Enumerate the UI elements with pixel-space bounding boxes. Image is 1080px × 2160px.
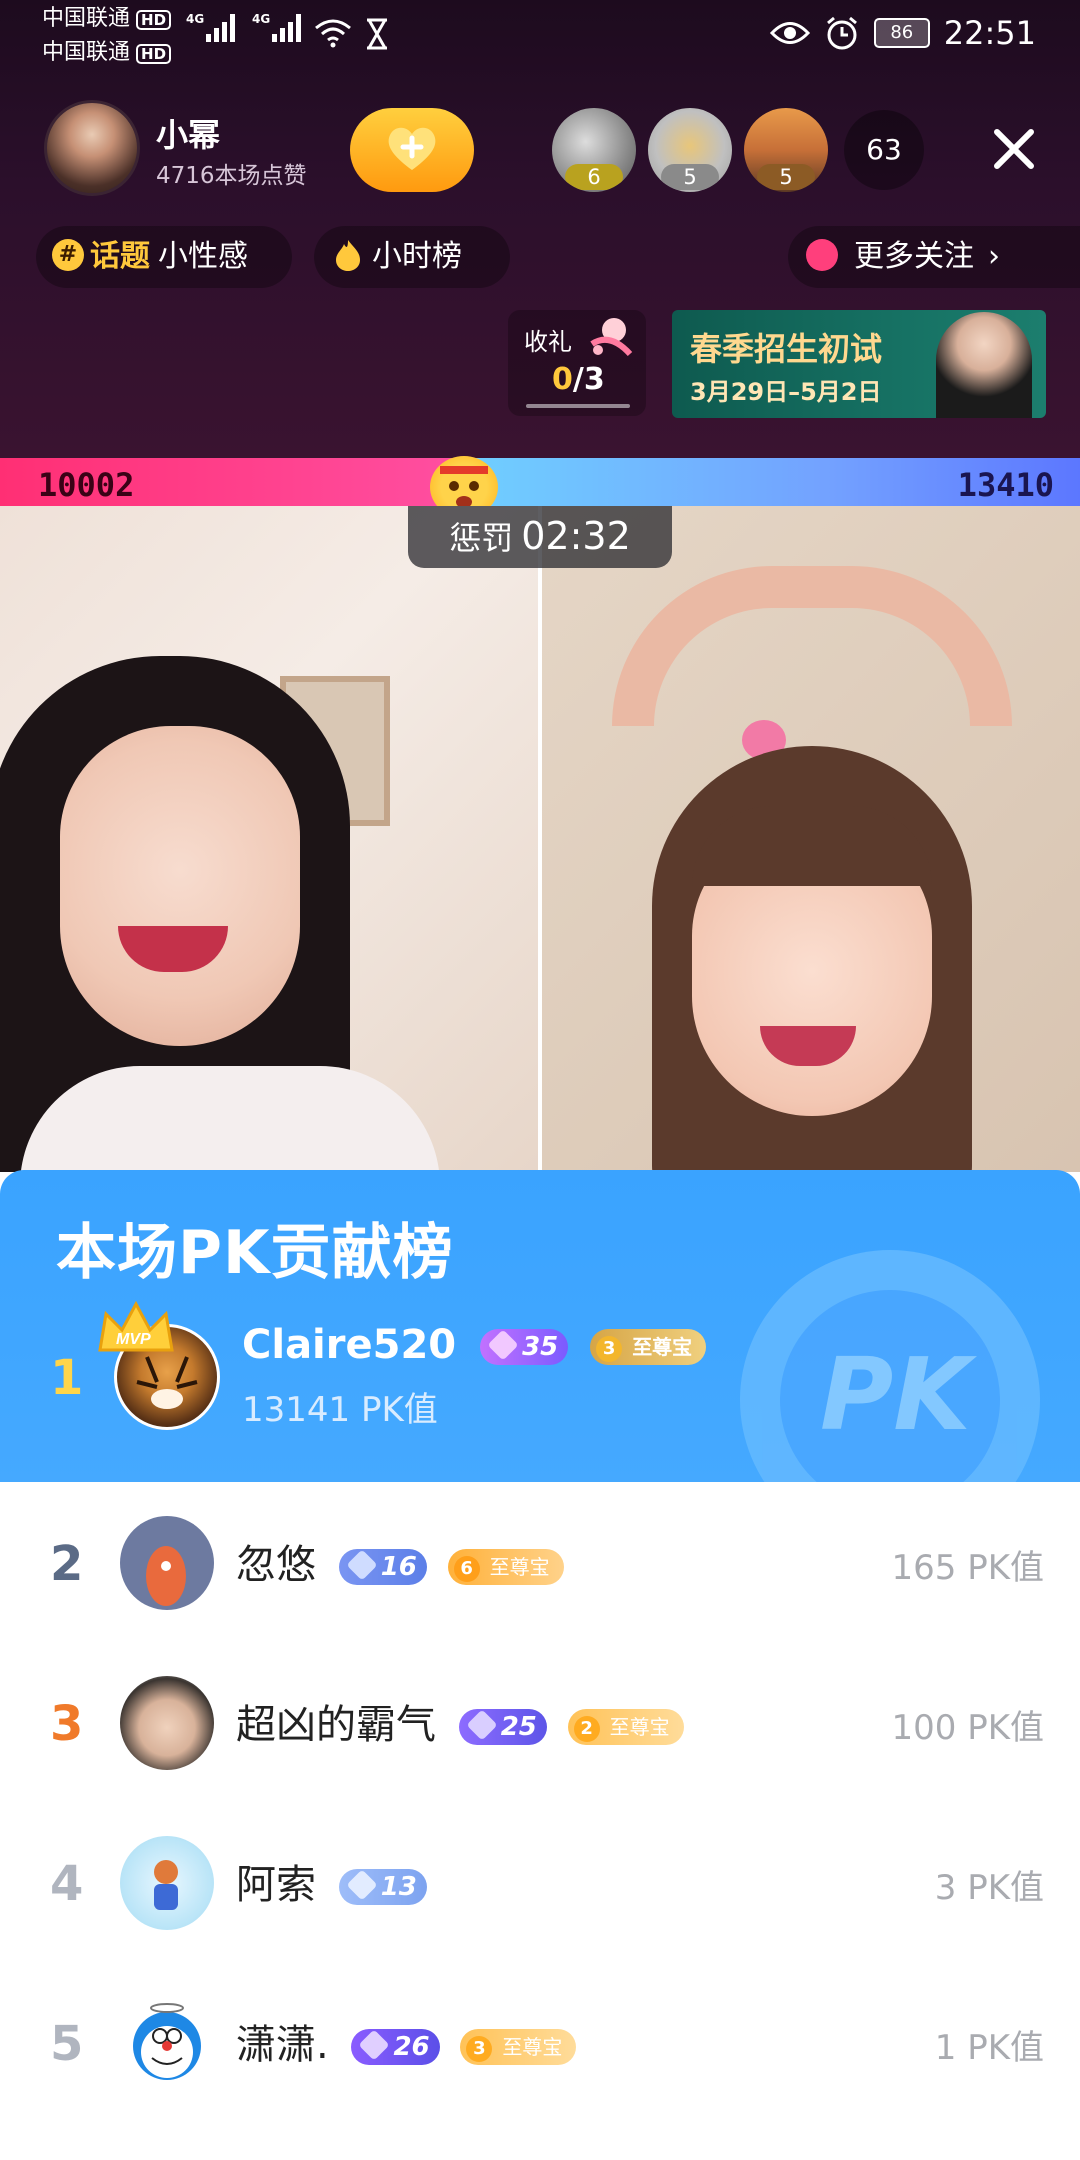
vip-badge: 2 至尊宝 (567, 1709, 684, 1745)
pk-medal-decoration: PK (740, 1250, 1040, 1482)
hourglass-icon (367, 18, 387, 50)
streamer-face (60, 726, 300, 1046)
banner-title: 春季招生初试 (690, 330, 883, 368)
mvp-user[interactable]: Claire520 35 3 至尊宝 (242, 1322, 707, 1368)
gift-progress: 0/3 (552, 362, 605, 397)
vip-badge: 3 至尊宝 (460, 2029, 577, 2065)
mvp-score: 13141 PK值 (242, 1390, 438, 1430)
rank-number: 1 (50, 1350, 84, 1406)
rank-number: 2 (50, 1536, 84, 1592)
topic-chip[interactable]: # 话题 小性感 (36, 226, 292, 288)
pk-watermark: PK (820, 1336, 971, 1453)
punish-timer: 惩罚 02:32 (408, 506, 672, 568)
viewer-count[interactable]: 63 (844, 110, 924, 190)
gift-progress-bar (526, 404, 630, 408)
svg-text:MVP: MVP (116, 1331, 151, 1348)
viewer-avatar-2[interactable]: 5 (648, 108, 732, 192)
eye-icon (769, 22, 810, 44)
user-score: 165 PK值 (891, 1548, 1044, 1588)
user-avatar[interactable] (120, 1676, 214, 1770)
user-avatar[interactable] (120, 1836, 214, 1930)
panel-title: 本场PK贡献榜 (56, 1218, 454, 1288)
rank-row-5[interactable]: 5 潇潇. 26 3 至尊宝 1 PK值 (0, 1962, 1080, 2122)
rank-number: 5 (50, 2016, 84, 2072)
viewer-rank-badge: 6 (565, 164, 623, 190)
more-follow-chip[interactable]: 更多关注 › (788, 226, 1080, 288)
pk-right-score: 13410 (957, 466, 1054, 504)
vip-badge: 3 至尊宝 (590, 1329, 707, 1365)
wifi-icon (315, 19, 351, 48)
carrier-2: 中国联通 HD (42, 40, 172, 66)
level-badge: 35 (480, 1329, 569, 1365)
clock: 22:51 (943, 14, 1036, 52)
gift-task[interactable]: 收礼 0/3 (508, 310, 646, 416)
viewer-avatar-1[interactable]: 6 (552, 108, 636, 192)
level-badge: 13 (338, 1869, 427, 1905)
streamer-shirt (20, 1066, 440, 1172)
hour-rank-chip[interactable]: 小时榜 (314, 226, 510, 288)
viewer-rank-badge: 5 (757, 164, 815, 190)
level-badge: 26 (351, 2029, 440, 2065)
alarm-icon (826, 16, 857, 50)
close-icon[interactable] (985, 120, 1043, 178)
vip-badge: 6 至尊宝 (447, 1549, 564, 1585)
user-name: 忽悠 16 6 至尊宝 (236, 1532, 564, 1590)
user-score: 3 PK值 (934, 1868, 1044, 1908)
rank-row-2[interactable]: 2 忽悠 16 6 至尊宝 165 PK值 (0, 1482, 1080, 1642)
pk-left-score: 10002 (38, 466, 135, 504)
heart-hands (612, 566, 1012, 726)
user-name: 阿索 13 (236, 1852, 427, 1910)
host-name: 小幂 (156, 116, 221, 154)
gift-label: 收礼 (524, 328, 572, 356)
status-bar: 中国联通 HD 中国联通 HD 4G 4G 86 22:51 (0, 0, 1080, 78)
host-avatar[interactable] (44, 100, 140, 196)
user-score: 1 PK值 (934, 2028, 1044, 2068)
hour-rank-label: 小时榜 (372, 239, 462, 274)
mvp-name: Claire520 (242, 1322, 457, 1368)
follow-button[interactable] (350, 108, 474, 192)
topic-label: 话题 (90, 239, 150, 274)
flame-icon (336, 239, 360, 271)
viewer-rank-badge: 5 (661, 164, 719, 190)
user-score: 100 PK值 (891, 1708, 1044, 1748)
host-info[interactable]: 小幂 4716本场点赞 (44, 96, 307, 200)
rank-number: 3 (50, 1696, 84, 1752)
promo-banner[interactable]: 春季招生初试 3月29日–5月2日 (672, 310, 1046, 418)
pk-progress-bar (0, 458, 1080, 506)
pk-contribution-panel: PK 本场PK贡献榜 1 MVP Claire520 35 3 至尊宝 13141… (0, 1170, 1080, 1482)
battery-indicator: 86 (873, 18, 930, 48)
user-avatar[interactable] (120, 1996, 214, 2090)
user-name: 潇潇. 26 3 至尊宝 (236, 2012, 577, 2070)
carrier-1: 中国联通 HD (42, 6, 172, 32)
signal-icon: 4G (186, 12, 235, 42)
left-streamer-video[interactable] (0, 506, 538, 1172)
more-follow-label: 更多关注 (854, 239, 974, 274)
banner-person-image (936, 312, 1032, 418)
chevron-right-icon: › (988, 239, 1000, 274)
gift-character-icon (590, 318, 633, 357)
live-header: 中国联通 HD 中国联通 HD 4G 4G 86 22:51 小幂 4716本场… (0, 0, 1080, 458)
right-streamer-video[interactable] (542, 506, 1080, 1172)
banner-dates: 3月29日–5月2日 (690, 378, 882, 406)
rank-row-3[interactable]: 3 超凶的霸气 25 2 至尊宝 100 PK值 (0, 1642, 1080, 1802)
rank-number: 4 (50, 1856, 84, 1912)
user-avatar[interactable] (120, 1516, 214, 1610)
level-badge: 25 (458, 1709, 547, 1745)
mvp-crown-icon: MVP (98, 1300, 174, 1352)
topic-name: 小性感 (158, 239, 248, 274)
host-likes: 4716本场点赞 (156, 163, 307, 189)
user-name: 超凶的霸气 25 2 至尊宝 (236, 1692, 684, 1750)
live-bars-icon (806, 238, 838, 271)
hashtag-icon: # (52, 238, 84, 271)
doraemon-icon (133, 2003, 201, 2080)
rank-row-4[interactable]: 4 阿索 13 3 PK值 (0, 1802, 1080, 1962)
level-badge: 16 (338, 1549, 427, 1585)
heart-plus-icon (388, 127, 436, 170)
signal-icon-2: 4G (252, 12, 301, 42)
viewer-avatar-3[interactable]: 5 (744, 108, 828, 192)
